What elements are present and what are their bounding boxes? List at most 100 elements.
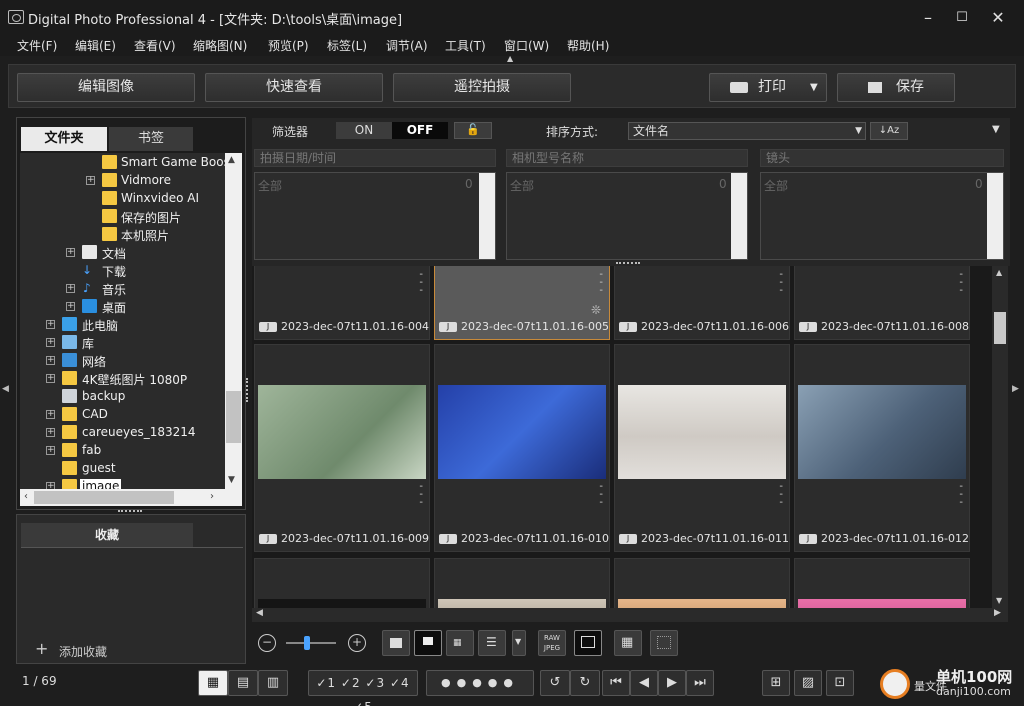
zoom-in-icon[interactable]: + <box>348 634 366 652</box>
thumbnail-cell[interactable]: --- J 2023-dec-07t11.01.16-004... <box>254 266 430 340</box>
layout-grid-button[interactable]: ▦ <box>198 670 228 696</box>
scroll-up-icon[interactable]: ▲ <box>996 268 1002 277</box>
rating-1-button[interactable]: ✓1 <box>316 676 336 690</box>
view-large-button[interactable] <box>382 630 410 656</box>
rating-4-button[interactable]: ✓4 <box>390 676 410 690</box>
menu-file[interactable]: 文件(F) <box>17 37 57 54</box>
grid-dotted-button[interactable] <box>650 630 678 656</box>
rating-5-button[interactable]: ✓5 <box>353 700 373 706</box>
lock-icon[interactable]: 🔓 <box>454 122 492 139</box>
filmstrip-button[interactable] <box>574 630 602 656</box>
menu-tools[interactable]: 工具(T) <box>445 37 486 54</box>
histogram-button[interactable]: ▨ <box>794 670 822 696</box>
last-button[interactable]: ⏭ <box>686 670 714 696</box>
thumbnail-cell[interactable]: --- J 2023-dec-07t11.01.16-006... <box>614 266 790 340</box>
rating-3-button[interactable]: ✓3 <box>365 676 385 690</box>
view-dropdown[interactable]: ▼ <box>512 630 526 656</box>
sort-order-icon[interactable]: ↓Az <box>870 122 908 140</box>
filter-off-button[interactable]: OFF <box>392 122 448 139</box>
maximize-button[interactable]: ☐ <box>944 6 980 30</box>
tree-hscrollbar[interactable]: ‹ › <box>20 489 242 506</box>
date-filter-select[interactable]: 拍摄日期/时间 <box>254 149 496 167</box>
tab-folder[interactable]: 文件夹 <box>21 127 107 151</box>
menu-window[interactable]: 窗口(W) <box>504 37 549 54</box>
close-button[interactable]: ✕ <box>980 6 1016 30</box>
tree-scrollbar[interactable]: ▲ ▼ <box>225 153 242 489</box>
view-small-button[interactable]: ▦ <box>446 630 474 656</box>
remote-shoot-button[interactable]: 遥控拍摄 <box>393 73 571 102</box>
menu-label[interactable]: 标签(L) <box>327 37 367 54</box>
scroll-right-icon[interactable]: ▶ <box>994 608 1001 618</box>
menu-help[interactable]: 帮助(H) <box>567 37 609 54</box>
thumbnail-cell-selected[interactable]: --- ❊ J 2023-dec-07t11.01.16-005... <box>434 266 610 340</box>
hscroll-thumb[interactable] <box>34 491 174 504</box>
scroll-right-icon[interactable]: › <box>210 491 214 502</box>
first-button[interactable]: ⏮ <box>602 670 630 696</box>
zoom-slider[interactable] <box>286 642 336 644</box>
thumbnail-cell[interactable]: --- J 2023-dec-07t11.01.16-011... <box>614 344 790 552</box>
menu-thumbnail[interactable]: 缩略图(N) <box>193 37 247 54</box>
collapse-right-icon[interactable]: ▶ <box>1012 384 1019 394</box>
view-medium-button[interactable] <box>414 630 442 656</box>
rotate-right-button[interactable]: ↻ <box>570 670 600 696</box>
scroll-down-icon[interactable]: ▼ <box>996 596 1002 605</box>
splitter-handle[interactable] <box>616 262 640 266</box>
quick-view-button[interactable]: 快速查看 <box>205 73 383 102</box>
view-list-button[interactable]: ☰ <box>478 630 506 656</box>
lens-filter-list[interactable]: 全部 0 <box>760 172 1004 260</box>
menu-preview[interactable]: 预览(P) <box>268 37 309 54</box>
scroll-thumb[interactable] <box>994 312 1006 344</box>
favorites-tab[interactable]: 收藏 <box>21 523 193 547</box>
menu-edit[interactable]: 编辑(E) <box>75 37 116 54</box>
thumbnail-cell[interactable] <box>254 558 430 608</box>
raw-jpeg-button[interactable]: RAW JPEG <box>538 630 566 656</box>
star-rating-bar[interactable]: ●●●●● <box>426 670 534 696</box>
focus-button[interactable]: ⊡ <box>826 670 854 696</box>
thumbnail-cell[interactable]: --- J 2023-dec-07t11.01.16-010... <box>434 344 610 552</box>
collapse-left-icon[interactable]: ◀ <box>2 384 9 394</box>
compare-button[interactable]: ⊞ <box>762 670 790 696</box>
layout-split-button[interactable]: ▤ <box>228 670 258 696</box>
print-button[interactable]: 打印 ▼ <box>709 73 827 102</box>
thumbnail-hscrollbar[interactable]: ◀ ▶ <box>252 608 1008 622</box>
scroll-left-icon[interactable]: ‹ <box>24 491 28 502</box>
plus-icon[interactable]: + <box>35 639 48 658</box>
date-filter-list[interactable]: 全部 0 <box>254 172 496 260</box>
tab-bookmark[interactable]: 书签 <box>109 127 193 151</box>
lens-filter-select[interactable]: 镜头 <box>760 149 1004 167</box>
camera-filter-list[interactable]: 全部 0 <box>506 172 748 260</box>
sort-select[interactable]: 文件名 ▼ <box>628 122 866 140</box>
zoom-out-icon[interactable]: − <box>258 634 276 652</box>
thumbnail-scrollbar[interactable]: ▲ ▼ <box>992 266 1008 608</box>
thumbnail-cell[interactable]: --- J 2023-dec-07t11.01.16-012... <box>794 344 970 552</box>
grid-view-button[interactable]: ▦ <box>614 630 642 656</box>
chevron-down-icon[interactable]: ▼ <box>810 74 818 101</box>
thumbnail-cell[interactable] <box>614 558 790 608</box>
splitter-handle-vertical[interactable] <box>246 378 250 402</box>
scroll-left-icon[interactable]: ◀ <box>256 608 263 618</box>
add-favorite-button[interactable]: 添加收藏 <box>59 643 107 660</box>
menu-adjust[interactable]: 调节(A) <box>386 37 428 54</box>
scroll-down-icon[interactable]: ▼ <box>228 475 235 485</box>
thumbnail-cell[interactable]: --- J 2023-dec-07t11.01.16-009... <box>254 344 430 552</box>
layout-side-button[interactable]: ▥ <box>258 670 288 696</box>
previous-button[interactable]: ◀ <box>630 670 658 696</box>
save-button[interactable]: 保存 <box>837 73 955 102</box>
minimize-button[interactable]: – <box>910 6 946 30</box>
thumbnail-cell[interactable] <box>434 558 610 608</box>
chevron-down-icon[interactable]: ▼ <box>992 124 1000 135</box>
rotate-left-button[interactable]: ↺ <box>540 670 570 696</box>
next-button[interactable]: ▶ <box>658 670 686 696</box>
thumbnail-cell[interactable]: --- J 2023-dec-07t11.01.16-008... <box>794 266 970 340</box>
scroll-thumb[interactable] <box>226 391 241 443</box>
camera-filter-select[interactable]: 相机型号名称 <box>506 149 748 167</box>
network-icon <box>62 353 77 367</box>
splitter-handle-left[interactable] <box>118 510 142 514</box>
thumbnail-cell[interactable] <box>794 558 970 608</box>
edit-image-button[interactable]: 编辑图像 <box>17 73 195 102</box>
scroll-up-icon[interactable]: ▲ <box>228 155 235 165</box>
menu-view[interactable]: 查看(V) <box>134 37 176 54</box>
rating-2-button[interactable]: ✓2 <box>341 676 361 690</box>
zoom-slider-handle[interactable] <box>304 636 310 650</box>
filter-on-button[interactable]: ON <box>336 122 392 139</box>
